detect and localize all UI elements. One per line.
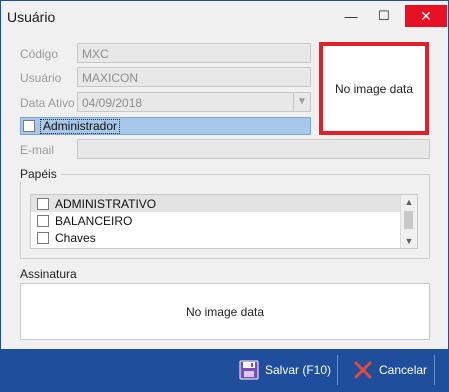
admin-checkbox[interactable] [23,120,35,132]
floppy-disk-icon [239,360,259,380]
admin-label: Administrador [40,118,121,134]
list-item-label: Chaves [55,230,96,245]
scroll-thumb[interactable] [404,211,413,229]
usuario-label: Usuário [20,71,62,85]
data-ativo-label: Data Ativo [20,96,75,110]
papeis-list: ADMINISTRATIVO BALANCEIRO Chaves ▲ ▼ [30,194,418,249]
assinatura-placeholder: No image data [185,304,265,319]
title-bar: Usuário — ☐ ✕ [1,1,448,35]
codigo-field[interactable]: MXC [77,43,311,63]
data-ativo-combo[interactable]: 04/09/2018 ▼ [77,92,311,112]
assinatura-image-box[interactable]: No image data [20,283,430,340]
minimize-button[interactable]: — [336,4,366,28]
list-item-checkbox[interactable] [37,197,49,210]
list-item-label: BALANCEIRO [55,213,133,228]
user-dialog: Usuário — ☐ ✕ Código MXC Usuário MAXICON… [0,0,449,392]
scroll-down-icon[interactable]: ▼ [401,234,417,248]
list-item[interactable]: Chaves [31,229,417,246]
list-item-checkbox[interactable] [37,231,49,244]
maximize-button[interactable]: ☐ [369,4,399,28]
footer-separator [337,355,338,385]
data-ativo-value: 04/09/2018 [82,96,143,110]
save-button[interactable]: Salvar (F10) [239,359,331,381]
footer-bar: Salvar (F10) Cancelar [1,349,448,391]
scroll-up-icon[interactable]: ▲ [401,195,417,209]
list-item[interactable]: BALANCEIRO [31,212,417,229]
save-label: Salvar (F10) [265,363,332,377]
email-label: E-mail [20,143,55,157]
cancel-label: Cancelar [379,363,428,377]
list-item[interactable]: ADMINISTRATIVO [31,195,417,212]
papeis-scrollbar[interactable]: ▲ ▼ [400,195,417,248]
chevron-down-icon[interactable]: ▼ [293,93,310,111]
usuario-field[interactable]: MAXICON [77,67,311,87]
list-item-label: ADMINISTRATIVO [55,196,157,211]
close-button[interactable]: ✕ [405,5,447,27]
admin-checkbox-row[interactable]: Administrador [20,117,311,135]
papeis-title: Papéis [20,167,61,181]
window-title: Usuário [7,9,56,25]
codigo-label: Código [20,47,59,61]
assinatura-title: Assinatura [20,267,77,281]
list-item-checkbox[interactable] [37,214,49,227]
email-field[interactable] [77,139,430,159]
cancel-button[interactable]: Cancelar [353,359,427,381]
footer-separator [434,355,435,385]
close-icon [353,360,373,380]
user-image-box[interactable]: No image data [319,42,429,135]
user-image-placeholder: No image data [334,81,414,96]
